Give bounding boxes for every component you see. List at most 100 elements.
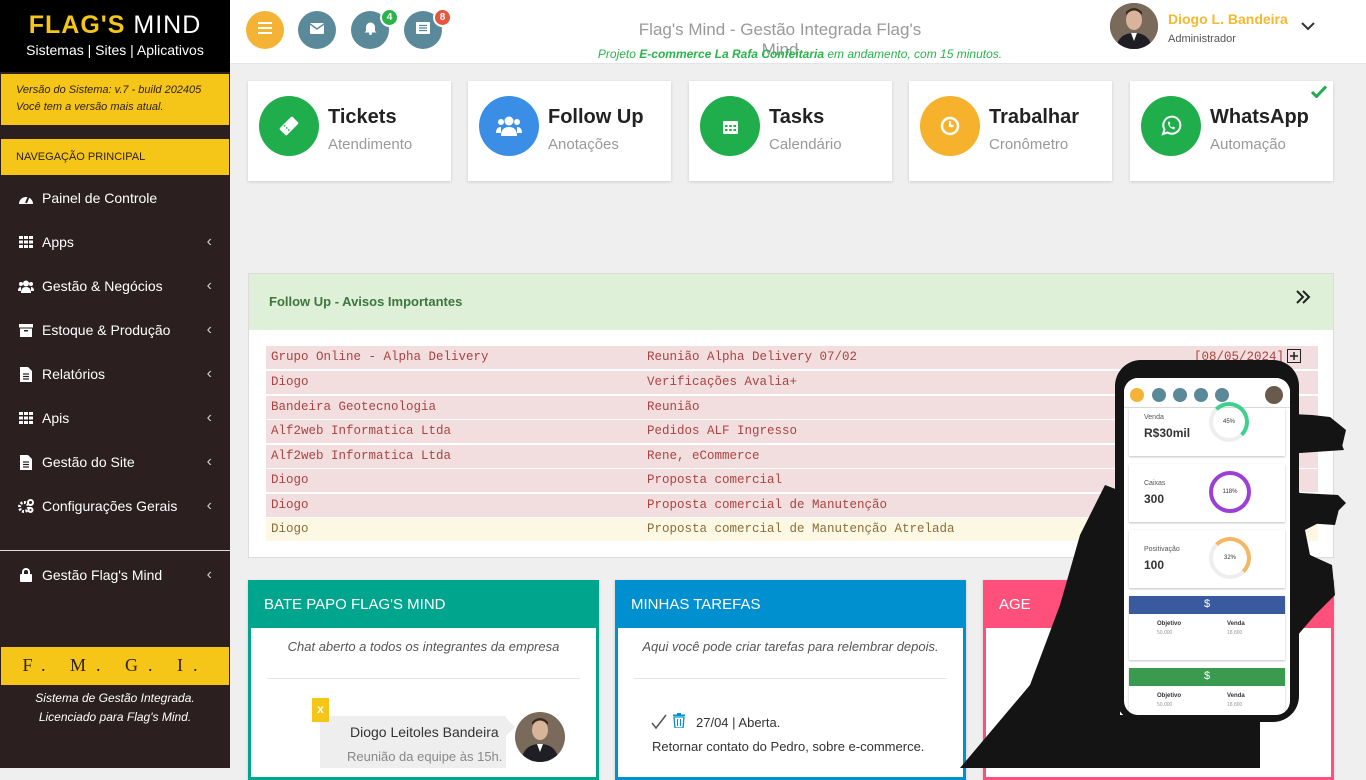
- double-chevron-right-icon[interactable]: [1295, 289, 1311, 310]
- followup-subject: Reunião: [647, 400, 700, 414]
- chat-bubble-tail: [506, 718, 515, 736]
- fmgi-acronym: F. M. G. I.: [1, 647, 229, 685]
- followup-subject: Rene, eCommerce: [647, 449, 760, 463]
- tasks-panel: MINHAS TAREFAS Aqui você pode criar tare…: [615, 580, 966, 780]
- nav-item-gestao-site[interactable]: Gestão do Site ‹: [0, 440, 230, 484]
- nav-item-apis[interactable]: Apis ‹: [0, 396, 230, 440]
- nav-item-gestao-negocios[interactable]: Gestão & Negócios ‹: [0, 264, 230, 308]
- phone-kpi-venda: Venda R$30mil 45%: [1129, 402, 1285, 456]
- kpi-gauge: 45%: [1209, 402, 1249, 442]
- card-trabalhar[interactable]: Trabalhar Cronômetro: [909, 81, 1112, 181]
- followup-client: Diogo: [271, 473, 309, 487]
- goal-value: 50.000: [1157, 702, 1173, 708]
- version-status: Você tem a versão mais atual.: [16, 101, 164, 113]
- phone-notch: [1182, 360, 1234, 378]
- user-role: Administrador: [1168, 33, 1236, 45]
- followup-subject: Reunião Alpha Delivery 07/02: [647, 350, 858, 364]
- nav-label: Apps: [42, 234, 74, 250]
- dashboard-icon: [18, 190, 34, 206]
- card-title: Tasks: [769, 106, 825, 128]
- trash-icon[interactable]: [673, 713, 685, 733]
- followup-client: Diogo: [271, 498, 309, 512]
- bell-icon: [364, 21, 377, 40]
- nav-item-apps[interactable]: Apps ‹: [0, 220, 230, 264]
- nav-item-painel[interactable]: Painel de Controle: [0, 176, 230, 220]
- kpi-label: Venda: [1144, 414, 1164, 421]
- envelope-icon: [1152, 388, 1166, 402]
- chevron-left-icon: ‹: [206, 409, 212, 426]
- kpi-value: R$30mil: [1144, 426, 1191, 440]
- goal-label: Objetivo: [1157, 621, 1182, 627]
- check-icon[interactable]: [651, 714, 667, 735]
- phone-mockup: Venda R$30mil 45% Caixas 300 118% Positi…: [960, 355, 1366, 768]
- close-button[interactable]: x: [312, 698, 329, 722]
- license-line-2: Licenciado para Flag's Mind.: [38, 710, 192, 724]
- chevron-down-icon[interactable]: [1300, 18, 1316, 36]
- card-subtitle: Atendimento: [328, 136, 413, 153]
- nav-label: Painel de Controle: [42, 190, 158, 206]
- followup-client: Diogo: [271, 375, 309, 389]
- kpi-value: 100: [1144, 558, 1165, 572]
- followup-subject: Pedidos ALF Ingresso: [647, 424, 798, 438]
- menu-toggle-button[interactable]: [246, 11, 284, 49]
- chevron-left-icon: ‹: [206, 233, 212, 250]
- users-icon: [479, 96, 539, 156]
- menu-icon: [1130, 388, 1144, 402]
- kpi-value: 300: [1144, 492, 1165, 506]
- nav-divider: [0, 550, 230, 551]
- logo-text-a: FLAG'S: [28, 11, 126, 39]
- card-tickets[interactable]: Tickets Atendimento: [248, 81, 451, 181]
- followup-subject: Proposta comercial de Manutenção: [647, 498, 888, 512]
- nav-item-configuracoes[interactable]: Configurações Gerais ‹: [0, 484, 230, 528]
- nav-label: Estoque & Produção: [42, 322, 171, 338]
- version-notice: Versão do Sistema: v.7 - build 202405 Vo…: [1, 74, 229, 125]
- logo-text-b: MIND: [125, 11, 202, 39]
- card-title: Follow Up: [548, 106, 644, 128]
- messages-button[interactable]: [298, 11, 336, 49]
- card-follow-up[interactable]: Follow Up Anotações: [468, 81, 671, 181]
- check-icon: [1310, 85, 1328, 103]
- brand-logo[interactable]: FLAG'S MIND Sistemas | Sites | Aplicativ…: [0, 0, 230, 72]
- card-tasks[interactable]: Tasks Calendário: [689, 81, 892, 181]
- nav-label: Gestão & Negócios: [42, 278, 163, 294]
- task-status: 27/04 | Aberta.: [696, 715, 781, 730]
- card-subtitle: Automação: [1210, 136, 1286, 153]
- followup-title: Follow Up - Avisos Importantes: [269, 294, 463, 309]
- sidebar: FLAG'S MIND Sistemas | Sites | Aplicativ…: [0, 0, 230, 768]
- file-icon: [18, 366, 34, 382]
- nav-header: NAVEGAÇÃO PRINCIPAL: [1, 139, 229, 175]
- active-project-status: Projeto E-commerce La Rafa Confeitaria e…: [570, 47, 1030, 61]
- chat-panel: BATE PAPO FLAG'S MIND Chat aberto a todo…: [248, 580, 599, 780]
- chat-author: Diogo Leitoles Bandeira: [350, 724, 499, 740]
- notifications-button[interactable]: 4: [351, 8, 399, 49]
- users-icon: [18, 278, 34, 294]
- chevron-left-icon: ‹: [206, 277, 212, 294]
- chevron-left-icon: ‹: [206, 321, 212, 338]
- nav-item-estoque[interactable]: Estoque & Produção ‹: [0, 308, 230, 352]
- top-bar: 4 8 Flag's Mind - Gestão Integrada Flag'…: [230, 0, 1366, 64]
- brand-tagline: Sistemas | Sites | Aplicativos: [26, 42, 204, 58]
- nav-item-relatorios[interactable]: Relatórios ‹: [0, 352, 230, 396]
- divider: [267, 678, 580, 679]
- nav-item-gestao-flags-mind[interactable]: Gestão Flag's Mind ‹: [0, 553, 230, 597]
- bell-icon: [1173, 388, 1187, 402]
- grid-icon: [18, 234, 34, 250]
- task-text[interactable]: Retornar contato do Pedro, sobre e-comme…: [652, 739, 924, 754]
- card-subtitle: Cronômetro: [989, 136, 1069, 153]
- phone-goal-card: $ Objetivo Venda 50.000 18.800: [1129, 668, 1285, 715]
- user-name[interactable]: Diogo L. Bandeira: [1168, 11, 1288, 27]
- notifications-badge: 4: [380, 8, 399, 27]
- card-subtitle: Calendário: [769, 136, 842, 153]
- file-icon: [18, 454, 34, 470]
- avatar[interactable]: [1110, 3, 1158, 49]
- calendar-icon: [700, 96, 760, 156]
- card-whatsapp[interactable]: WhatsApp Automação: [1130, 81, 1333, 181]
- chat-subtitle: Chat aberto a todos os integrantes da em…: [287, 639, 560, 654]
- tasks-button[interactable]: 8: [404, 8, 452, 49]
- followup-subject: Verificações Avalia+: [647, 375, 798, 389]
- card-title: Trabalhar: [989, 106, 1080, 128]
- ticket-icon: [259, 96, 319, 156]
- phone-kpi-caixas: Caixas 300 118%: [1129, 464, 1285, 522]
- status-prefix: Projeto: [597, 47, 640, 61]
- chat-header: BATE PAPO FLAG'S MIND: [248, 580, 599, 628]
